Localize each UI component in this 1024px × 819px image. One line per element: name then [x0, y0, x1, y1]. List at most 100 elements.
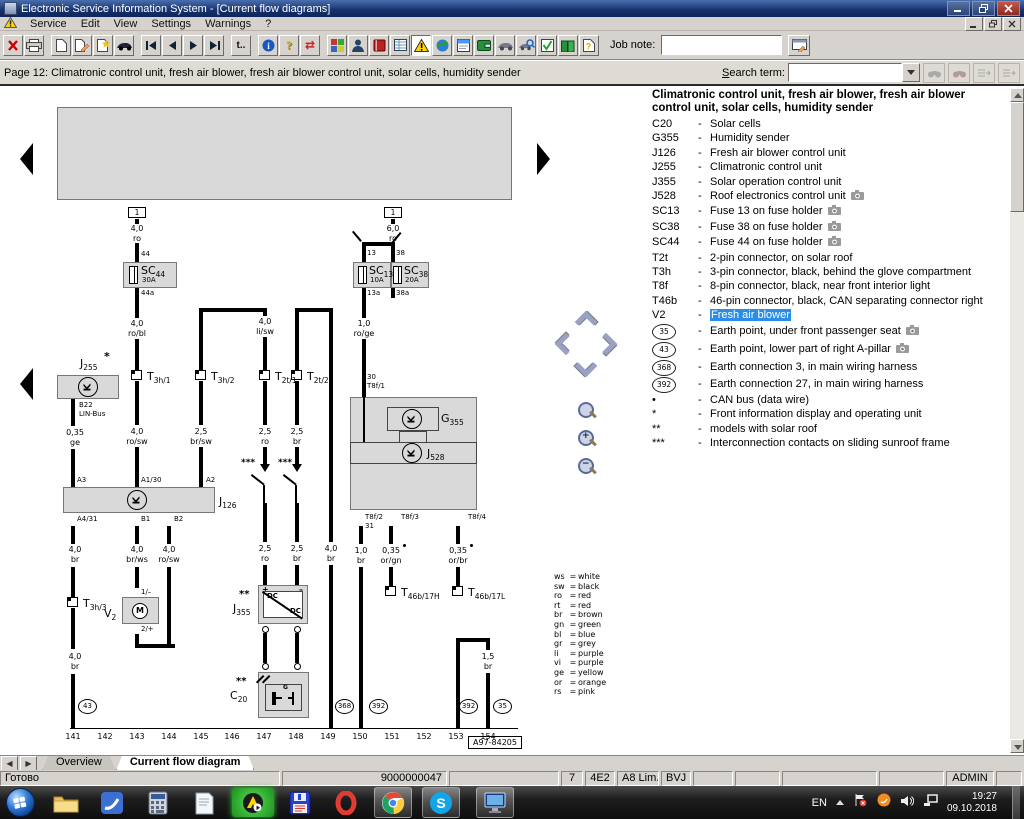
camera-icon[interactable]	[896, 342, 909, 359]
toolbar-wallet-button[interactable]	[474, 35, 494, 56]
taskbar-skype-icon[interactable]: S	[422, 787, 460, 818]
toolbar-last-button[interactable]	[204, 35, 224, 56]
zoom-reset-icon[interactable]	[578, 402, 594, 418]
zoom-in-icon[interactable]: +	[578, 430, 594, 446]
legend-row-C20[interactable]: C20-Solar cells	[648, 117, 1024, 131]
toolbar-terminal-button[interactable]: t..	[231, 35, 251, 56]
legend-row-x[interactable]: •-CAN bus (data wire)	[648, 393, 1024, 407]
legend-row-35[interactable]: 35-Earth point, under front passenger se…	[648, 323, 1024, 341]
legend-row-xxx[interactable]: ***-Interconnection contacts on sliding …	[648, 436, 1024, 450]
legend-row-T3h[interactable]: T3h-3-pin connector, black, behind the g…	[648, 265, 1024, 279]
language-indicator[interactable]: EN	[812, 797, 827, 809]
toolbar-overview-button[interactable]	[327, 35, 347, 56]
legend-row-SC38[interactable]: SC38-Fuse 38 on fuse holder	[648, 220, 1024, 235]
toolbar-users-button[interactable]	[348, 35, 368, 56]
network-icon[interactable]	[923, 794, 938, 812]
toolbar-next-button[interactable]	[183, 35, 203, 56]
goto-next-hit-button[interactable]	[998, 63, 1020, 83]
show-desktop-button[interactable]	[1012, 786, 1020, 819]
mdi-close-button[interactable]	[1003, 17, 1021, 31]
taskbar-floppy-icon[interactable]	[282, 788, 318, 817]
toolbar-globe-button[interactable]	[432, 35, 452, 56]
antivirus-icon[interactable]	[877, 793, 891, 812]
camera-icon[interactable]	[828, 221, 841, 235]
toolbar-help-button[interactable]: ?	[279, 35, 299, 56]
maximize-button[interactable]	[972, 1, 995, 16]
close-button[interactable]	[997, 1, 1020, 16]
minimize-button[interactable]	[947, 1, 970, 16]
pan-up-icon[interactable]	[575, 311, 598, 334]
scroll-up-button[interactable]	[1010, 88, 1024, 102]
menu-item-edit[interactable]: Edit	[74, 18, 107, 30]
taskbar-aimp-icon[interactable]	[232, 788, 274, 817]
search-term-input[interactable]	[788, 63, 902, 82]
toolbar-faq-button[interactable]: ?	[579, 35, 599, 56]
toolbar-editdoc-button[interactable]	[72, 35, 92, 56]
legend-row-368[interactable]: 368-Earth connection 3, in main wiring h…	[648, 359, 1024, 376]
mdi-restore-button[interactable]	[984, 17, 1002, 31]
menu-item-view[interactable]: View	[107, 18, 145, 30]
toolbar-info-button[interactable]: i	[258, 35, 278, 56]
taskbar-esis-icon[interactable]	[476, 787, 514, 818]
legend-row-SC44[interactable]: SC44-Fuse 44 on fuse holder	[648, 235, 1024, 250]
toolbar-check-button[interactable]	[537, 35, 557, 56]
legend-row-J126[interactable]: J126-Fresh air blower control unit	[648, 146, 1024, 160]
start-button[interactable]	[2, 788, 38, 817]
menu-item-service[interactable]: Service	[23, 18, 74, 30]
camera-icon[interactable]	[851, 190, 864, 204]
menu-item-help[interactable]: ?	[258, 18, 278, 30]
goto-previous-hit-button[interactable]	[973, 63, 995, 83]
legend-row-J255[interactable]: J255-Climatronic control unit	[648, 160, 1024, 174]
legend-row-T8f[interactable]: T8f-8-pin connector, black, near front i…	[648, 279, 1024, 293]
legend-row-SC13[interactable]: SC13-Fuse 13 on fuse holder	[648, 204, 1024, 219]
legend-row-x[interactable]: *-Front information display and operatin…	[648, 407, 1024, 421]
tab-scroll-left-button[interactable]: ◀	[1, 756, 18, 771]
toolbar-prev-button[interactable]	[162, 35, 182, 56]
pan-down-icon[interactable]	[575, 355, 598, 378]
action-center-icon[interactable]	[853, 793, 868, 812]
volume-icon[interactable]	[900, 794, 914, 812]
legend-row-J355[interactable]: J355-Solar operation control unit	[648, 175, 1024, 189]
toolbar-copydoc-button[interactable]	[93, 35, 113, 56]
toolbar-first-button[interactable]	[141, 35, 161, 56]
pan-left-icon[interactable]	[555, 333, 578, 356]
menu-item-warnings[interactable]: Warnings	[198, 18, 258, 30]
job-note-input[interactable]	[661, 35, 782, 55]
legend-row-G355[interactable]: G355-Humidity sender	[648, 131, 1024, 145]
toolbar-warnings-button[interactable]	[411, 35, 431, 56]
taskbar-notepad-icon[interactable]	[186, 788, 222, 817]
camera-icon[interactable]	[828, 205, 841, 219]
legend-row-J528[interactable]: J528-Roof electronics control unit	[648, 189, 1024, 204]
pan-right-icon[interactable]	[595, 333, 618, 356]
legend-row-T46b[interactable]: T46b-46-pin connector, black, CAN separa…	[648, 294, 1024, 308]
toolbar-redbook-button[interactable]	[369, 35, 389, 56]
toolbar-vehicle-button[interactable]	[114, 35, 134, 56]
legend-row-392[interactable]: 392-Earth connection 27, in main wiring …	[648, 376, 1024, 393]
tab-scroll-right-button[interactable]: ▶	[20, 756, 37, 771]
taskbar-opera-icon[interactable]	[328, 788, 364, 817]
clock[interactable]: 19:27 09.10.2018	[947, 791, 997, 815]
tab-current-flow-diagram[interactable]: Current flow diagram	[116, 756, 255, 771]
scroll-down-button[interactable]	[1010, 739, 1024, 753]
toolbar-print-button[interactable]	[24, 35, 44, 56]
search-next-button[interactable]	[948, 63, 970, 83]
menu-item-settings[interactable]: Settings	[144, 18, 198, 30]
taskbar-explorer-icon[interactable]	[48, 788, 84, 817]
toolbar-carsearch-button[interactable]	[516, 35, 536, 56]
legend-row-V2[interactable]: V2-Fresh air blower	[648, 308, 1024, 322]
taskbar-openoffice-icon[interactable]	[94, 788, 130, 817]
camera-icon[interactable]	[906, 324, 919, 341]
legend-row-xx[interactable]: **-models with solar roof	[648, 422, 1024, 436]
tray-expand-icon[interactable]	[836, 800, 844, 805]
search-dropdown-button[interactable]	[902, 63, 920, 82]
scrollbar-thumb[interactable]	[1010, 102, 1024, 212]
toolbar-exit-button[interactable]	[3, 35, 23, 56]
toolbar-newdoc-button[interactable]	[51, 35, 71, 56]
panel-scrollbar[interactable]	[1010, 88, 1024, 753]
tab-overview[interactable]: Overview	[42, 756, 116, 771]
legend-row-43[interactable]: 43-Earth point, lower part of right A-pi…	[648, 341, 1024, 359]
taskbar-calculator-icon[interactable]	[140, 788, 176, 817]
toolbar-notes-button[interactable]	[453, 35, 473, 56]
note-properties-button[interactable]	[788, 35, 810, 56]
legend-row-T2t[interactable]: T2t-2-pin connector, on solar roof	[648, 251, 1024, 265]
